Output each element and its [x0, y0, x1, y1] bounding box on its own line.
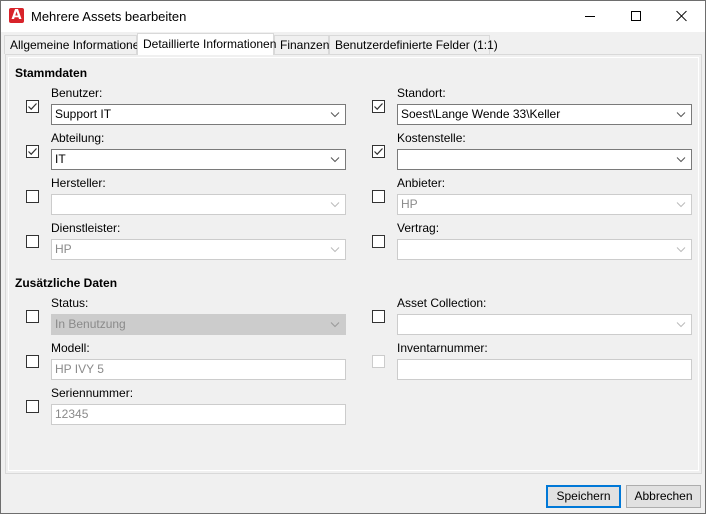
asset-collection-checkbox[interactable]	[372, 310, 385, 323]
chevron-down-icon	[330, 322, 340, 328]
minimize-icon	[585, 15, 595, 17]
benutzer-checkbox[interactable]	[26, 100, 39, 113]
chevron-down-icon	[676, 157, 686, 163]
chevron-down-icon	[676, 247, 686, 253]
modell-label: Modell:	[51, 341, 90, 355]
chevron-down-icon	[676, 112, 686, 118]
vertrag-dropdown[interactable]	[397, 239, 692, 260]
abteilung-dropdown[interactable]: IT	[51, 149, 346, 170]
window-title: Mehrere Assets bearbeiten	[31, 9, 187, 24]
checkmark-icon	[374, 103, 383, 111]
kostenstelle-label: Kostenstelle:	[397, 131, 466, 145]
maximize-button[interactable]	[613, 1, 659, 31]
status-checkbox[interactable]	[26, 310, 39, 323]
abteilung-label: Abteilung:	[51, 131, 105, 145]
app-logo-icon: A	[9, 8, 24, 23]
benutzer-label: Benutzer:	[51, 86, 103, 100]
dienstleister-checkbox[interactable]	[26, 235, 39, 248]
inventarnummer-input[interactable]	[397, 359, 692, 380]
checkmark-icon	[374, 148, 383, 156]
vertrag-checkbox[interactable]	[372, 235, 385, 248]
asset-collection-dropdown[interactable]	[397, 314, 692, 335]
tab-benutzerdefinierte-felder[interactable]: Benutzerdefinierte Felder (1:1)	[329, 35, 498, 54]
dienstleister-label: Dienstleister:	[51, 221, 121, 235]
tab-detaillierte-informationen[interactable]: Detaillierte Informationen	[137, 33, 276, 55]
chevron-down-icon	[330, 157, 340, 163]
hersteller-label: Hersteller:	[51, 176, 106, 190]
close-button[interactable]	[659, 1, 705, 31]
vertrag-label: Vertrag:	[397, 221, 440, 235]
chevron-down-icon	[330, 247, 340, 253]
title-bar[interactable]: A Mehrere Assets bearbeiten	[1, 1, 705, 32]
inventarnummer-label: Inventarnummer:	[397, 341, 488, 355]
hersteller-dropdown[interactable]	[51, 194, 346, 215]
inventarnummer-checkbox[interactable]	[372, 355, 385, 368]
chevron-down-icon	[676, 322, 686, 328]
hersteller-checkbox[interactable]	[26, 190, 39, 203]
seriennummer-label: Seriennummer:	[51, 386, 134, 400]
dienstleister-dropdown[interactable]: HP	[51, 239, 346, 260]
cancel-button[interactable]: Abbrechen	[626, 485, 701, 508]
anbieter-checkbox[interactable]	[372, 190, 385, 203]
standort-checkbox[interactable]	[372, 100, 385, 113]
save-button[interactable]: Speichern	[546, 485, 621, 508]
dialog-window: A Mehrere Assets bearbeiten Allgemeine I…	[0, 0, 706, 514]
chevron-down-icon	[676, 202, 686, 208]
chevron-down-icon	[330, 202, 340, 208]
kostenstelle-checkbox[interactable]	[372, 145, 385, 158]
asset-collection-label: Asset Collection:	[397, 296, 487, 310]
chevron-down-icon	[330, 112, 340, 118]
standort-value: Soest\Lange Wende 33\Keller	[401, 107, 561, 121]
tab-allgemeine-informationen[interactable]: Allgemeine Informationen	[4, 35, 146, 54]
checkmark-icon	[28, 148, 37, 156]
seriennummer-input[interactable]: 12345	[51, 404, 346, 425]
benutzer-dropdown[interactable]: Support IT	[51, 104, 346, 125]
kostenstelle-dropdown[interactable]	[397, 149, 692, 170]
status-dropdown[interactable]: In Benutzung	[51, 314, 346, 335]
seriennummer-checkbox[interactable]	[26, 400, 39, 413]
abteilung-checkbox[interactable]	[26, 145, 39, 158]
benutzer-value: Support IT	[55, 107, 112, 121]
abteilung-value: IT	[55, 152, 66, 166]
minimize-button[interactable]	[567, 1, 613, 31]
status-label: Status:	[51, 296, 89, 310]
maximize-icon	[631, 11, 641, 21]
anbieter-value: HP	[401, 197, 418, 211]
modell-checkbox[interactable]	[26, 355, 39, 368]
checkmark-icon	[28, 103, 37, 111]
tab-finanzen[interactable]: Finanzen	[274, 35, 329, 54]
standort-label: Standort:	[397, 86, 446, 100]
status-value: In Benutzung	[55, 317, 126, 331]
standort-dropdown[interactable]: Soest\Lange Wende 33\Keller	[397, 104, 692, 125]
modell-input[interactable]: HP IVY 5	[51, 359, 346, 380]
close-icon	[676, 10, 688, 22]
section-title-stammdaten: Stammdaten	[15, 66, 88, 80]
anbieter-dropdown[interactable]: HP	[397, 194, 692, 215]
dienstleister-value: HP	[55, 242, 72, 256]
anbieter-label: Anbieter:	[397, 176, 446, 190]
section-title-zusaetzliche-daten: Zusätzliche Daten	[15, 276, 118, 290]
